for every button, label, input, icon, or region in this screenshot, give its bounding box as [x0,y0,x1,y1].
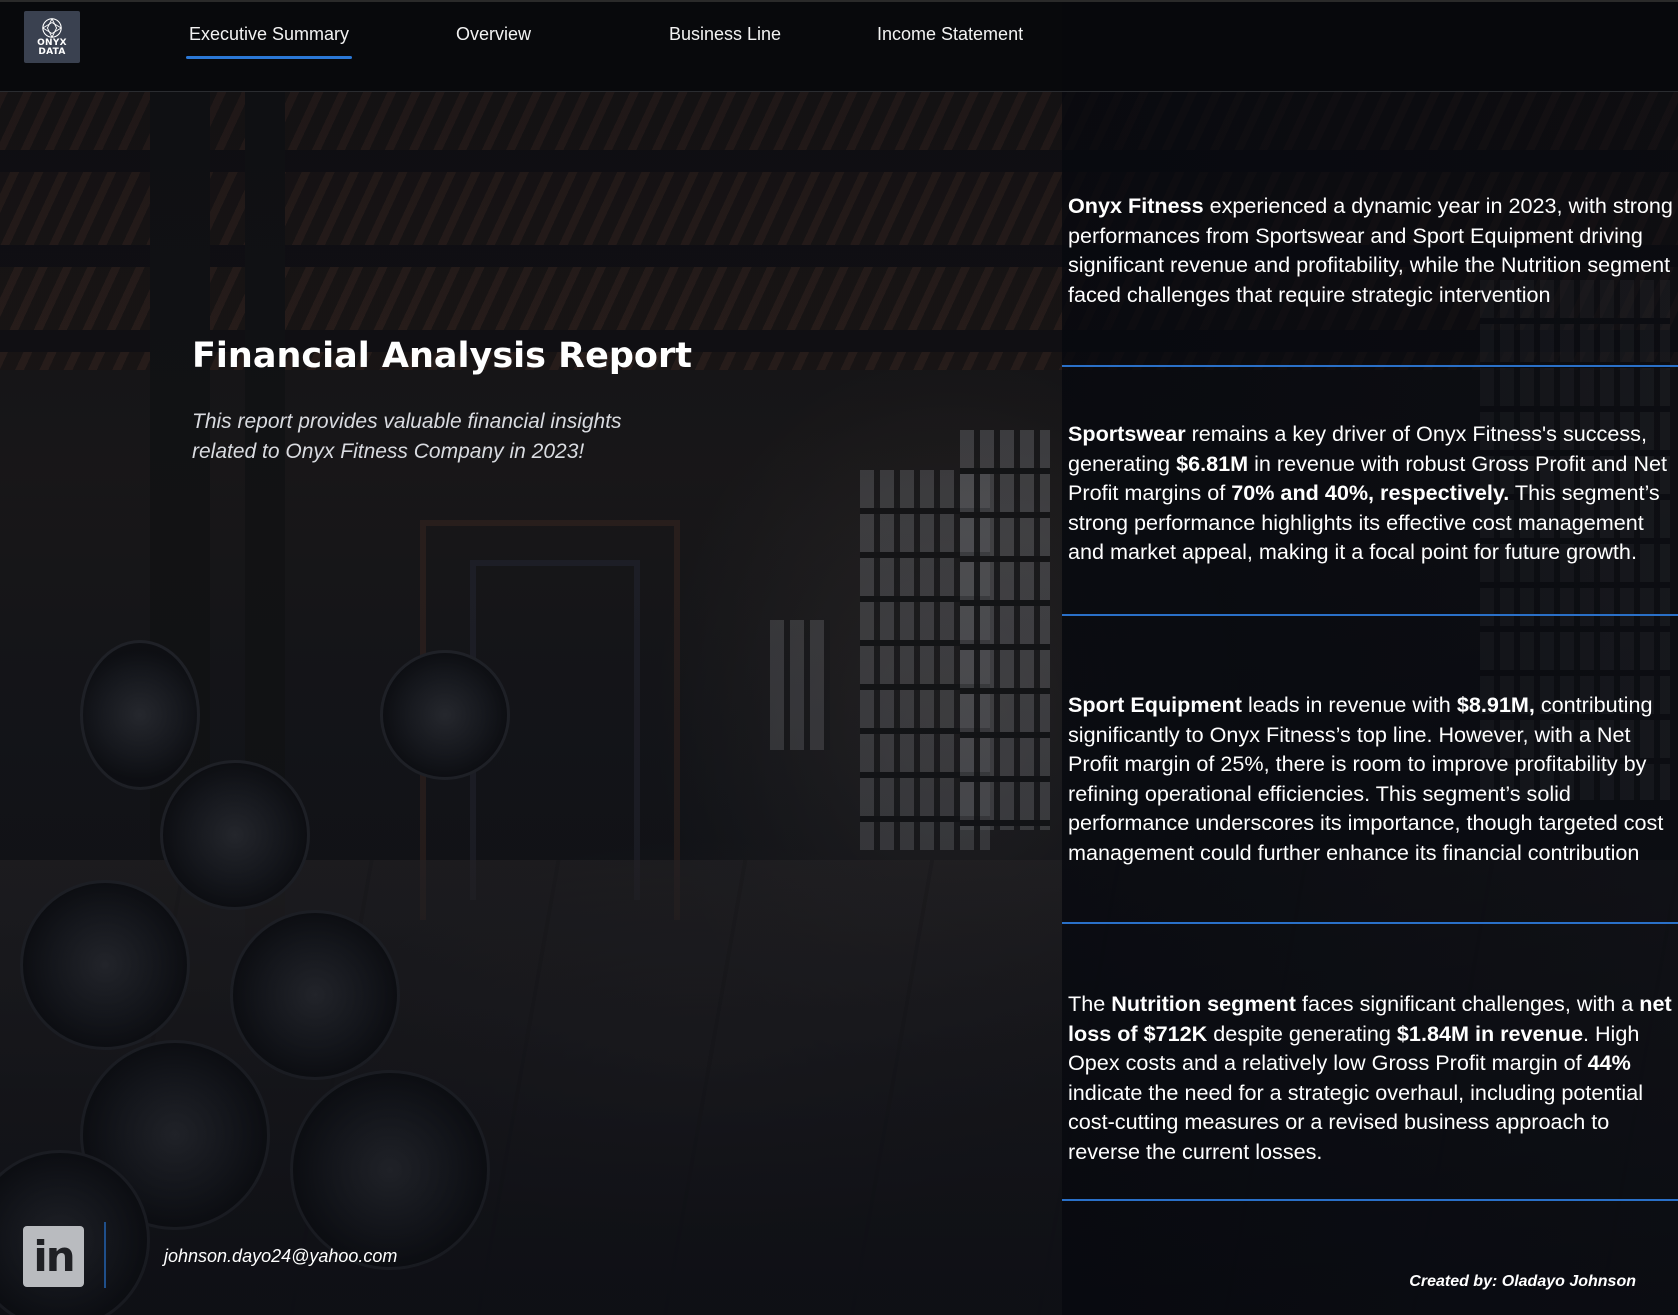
globe-icon [41,17,63,39]
top-navigation-bar: ONYX DATA Executive Summary Overview Bus… [0,0,1678,92]
insight-highlight: 44% [1587,1050,1631,1076]
onyx-data-logo: ONYX DATA [24,11,80,63]
insight-nutrition: The Nutrition segment faces significant … [1068,989,1674,1167]
insight-sport-equipment: Sport Equipment leads in revenue with $8… [1068,690,1674,868]
insight-divider [1062,614,1678,616]
insight-highlight: Nutrition segment [1111,991,1296,1016]
insight-highlight: $6.81M [1176,450,1249,476]
insight-text: despite generating [1207,1020,1397,1046]
insight-divider [1062,1199,1678,1201]
insight-sportswear: Sportswear remains a key driver of Onyx … [1068,419,1674,567]
insight-highlight: Sportswear [1068,421,1186,446]
insight-highlight: 70% and 40%, respectively. [1231,480,1510,506]
insight-text: leads in revenue with [1241,692,1457,717]
insight-divider [1062,365,1678,367]
footer-separator [104,1222,106,1288]
linkedin-label: in [33,1232,75,1281]
insight-text: The [1068,991,1112,1016]
insight-text: contributing significantly to Onyx Fitne… [1068,692,1664,865]
author-credit: Created by: Oladayo Johnson [1409,1273,1636,1290]
tab-business-line[interactable]: Business Line [669,24,781,56]
left-dim-overlay [0,0,1062,1315]
page-subtitle: This report provides valuable financial … [192,410,622,463]
logo-text: ONYX DATA [37,38,67,57]
insight-company-summary: Onyx Fitness experienced a dynamic year … [1068,191,1674,309]
contact-email[interactable]: johnson.dayo24@yahoo.com [164,1246,397,1267]
tab-executive-summary[interactable]: Executive Summary [185,24,353,59]
insight-highlight: $1.84M in revenue [1396,1020,1583,1046]
page-title: Financial Analysis Report [192,336,692,376]
insight-highlight: $8.91M, [1456,692,1535,717]
insight-highlight: Onyx Fitness [1068,193,1204,218]
insight-text: indicate the need for a strategic overha… [1068,1079,1644,1164]
insight-highlight: Sport Equipment [1068,692,1242,717]
tab-income-statement[interactable]: Income Statement [877,24,1023,56]
linkedin-icon[interactable]: in [23,1226,84,1287]
insight-divider [1062,922,1678,924]
tab-overview[interactable]: Overview [456,24,531,56]
insight-text: faces significant challenges, with a [1295,991,1640,1016]
